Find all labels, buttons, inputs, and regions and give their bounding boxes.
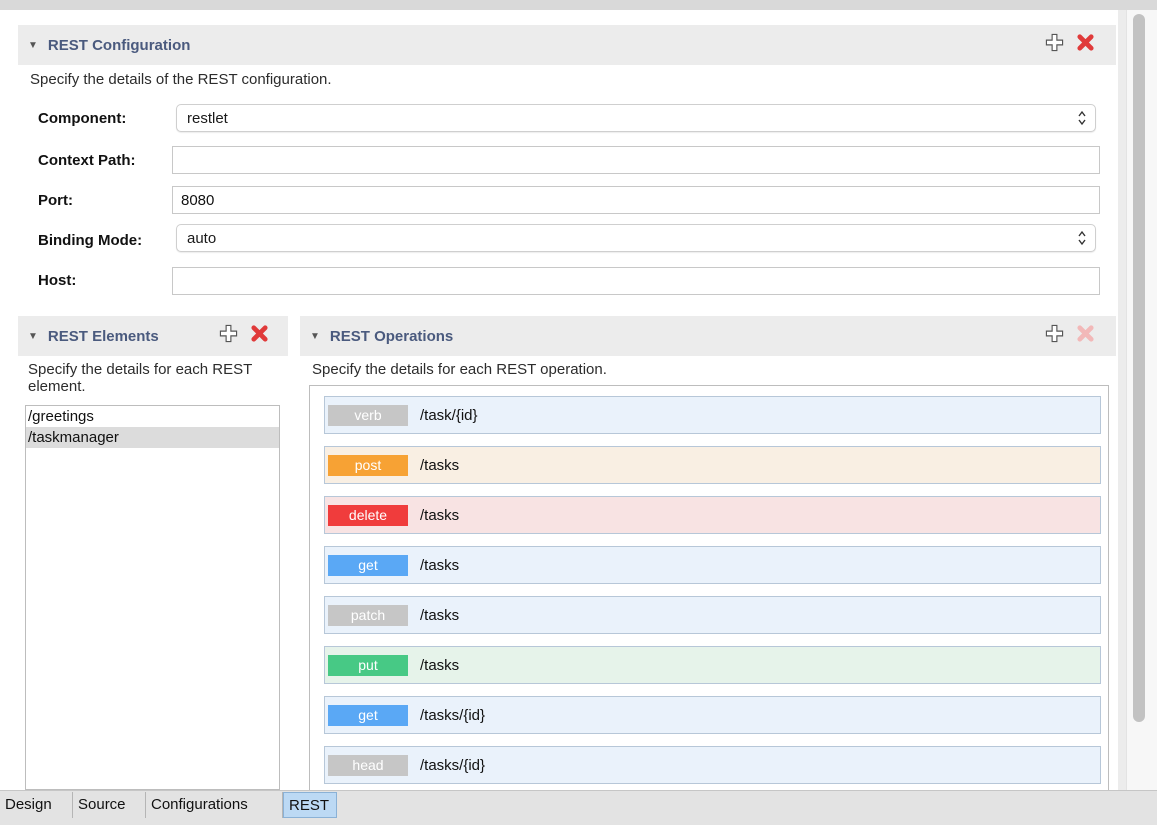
operation-row[interactable]: put /tasks — [324, 646, 1101, 684]
operation-path: /tasks — [420, 656, 460, 674]
editor-tab-bar: Design Source Configurations REST — [0, 790, 1157, 825]
context-path-label: Context Path: — [38, 152, 136, 169]
verb-badge: put — [328, 654, 408, 676]
delete-icon[interactable] — [1076, 33, 1095, 52]
tab-design[interactable]: Design — [0, 792, 73, 818]
operation-path: /tasks — [420, 606, 460, 624]
add-icon[interactable] — [219, 324, 238, 343]
right-gutter — [1118, 10, 1126, 790]
rest-elements-title: REST Elements — [47, 327, 159, 345]
component-value: restlet — [187, 109, 228, 127]
verb-badge: get — [328, 704, 408, 726]
rest-configuration-actions — [1045, 33, 1095, 52]
verb-badge: head — [328, 754, 408, 776]
operation-row[interactable]: post /tasks — [324, 446, 1101, 484]
list-item[interactable]: /taskmanager — [26, 427, 279, 448]
rest-operations-title: REST Operations — [329, 327, 454, 345]
component-label: Component: — [38, 110, 127, 127]
operation-row[interactable]: get /tasks — [324, 546, 1101, 584]
port-input[interactable] — [172, 186, 1100, 214]
tab-configurations[interactable]: Configurations — [146, 792, 283, 818]
rest-operations-list: verb /task/{id} post /tasks delete /task… — [309, 385, 1109, 790]
operation-path: /tasks/{id} — [420, 706, 486, 724]
verb-badge: post — [328, 454, 408, 476]
operation-row[interactable]: get /tasks/{id} — [324, 696, 1101, 734]
collapse-triangle-icon[interactable]: ▼ — [310, 331, 320, 342]
collapse-triangle-icon[interactable]: ▼ — [28, 40, 38, 51]
operation-row[interactable]: patch /tasks — [324, 596, 1101, 634]
collapse-triangle-icon[interactable]: ▼ — [28, 331, 38, 342]
operation-path: /tasks/{id} — [420, 756, 486, 774]
host-label: Host: — [38, 272, 77, 289]
context-path-input[interactable] — [172, 146, 1100, 174]
host-input[interactable] — [172, 267, 1100, 295]
top-border — [0, 0, 1157, 10]
binding-mode-value: auto — [187, 229, 217, 247]
component-select[interactable]: restlet — [176, 104, 1096, 132]
rest-configuration-title: REST Configuration — [47, 36, 191, 54]
rest-operations-description: Specify the details for each REST operat… — [312, 361, 607, 378]
operation-row[interactable]: delete /tasks — [324, 496, 1101, 534]
rest-elements-list[interactable]: /greetings /taskmanager — [25, 405, 280, 790]
delete-icon-disabled — [1077, 325, 1094, 342]
operation-path: /tasks — [420, 506, 460, 524]
rest-elements-actions — [219, 324, 269, 343]
verb-badge: get — [328, 554, 408, 576]
add-icon[interactable] — [1045, 33, 1064, 52]
rest-configuration-header[interactable]: ▼ REST Configuration — [18, 25, 1116, 65]
delete-icon[interactable] — [250, 324, 269, 343]
operation-path: /tasks — [420, 456, 460, 474]
verb-badge: verb — [328, 404, 408, 426]
binding-mode-select[interactable]: auto — [176, 224, 1096, 252]
rest-elements-description: Specify the details for each REST elemen… — [28, 361, 253, 395]
rest-operations-header[interactable]: ▼ REST Operations — [300, 316, 1116, 356]
select-arrows-icon — [1078, 230, 1086, 246]
operation-row[interactable]: verb /task/{id} — [324, 396, 1101, 434]
rest-operations-actions — [1045, 324, 1095, 343]
rest-configuration-description: Specify the details of the REST configur… — [30, 71, 332, 88]
binding-mode-label: Binding Mode: — [38, 232, 143, 249]
verb-badge: delete — [328, 504, 408, 526]
tab-rest[interactable]: REST — [283, 792, 337, 818]
add-icon[interactable] — [1045, 324, 1064, 343]
select-arrows-icon — [1078, 110, 1086, 126]
operation-path: /tasks — [420, 556, 460, 574]
tab-source[interactable]: Source — [73, 792, 146, 818]
operation-path: /task/{id} — [420, 406, 478, 424]
scrollbar-thumb[interactable] — [1133, 14, 1145, 722]
verb-badge: patch — [328, 604, 408, 626]
port-label: Port: — [38, 192, 73, 209]
operation-row[interactable]: head /tasks/{id} — [324, 746, 1101, 784]
list-item[interactable]: /greetings — [26, 406, 279, 427]
